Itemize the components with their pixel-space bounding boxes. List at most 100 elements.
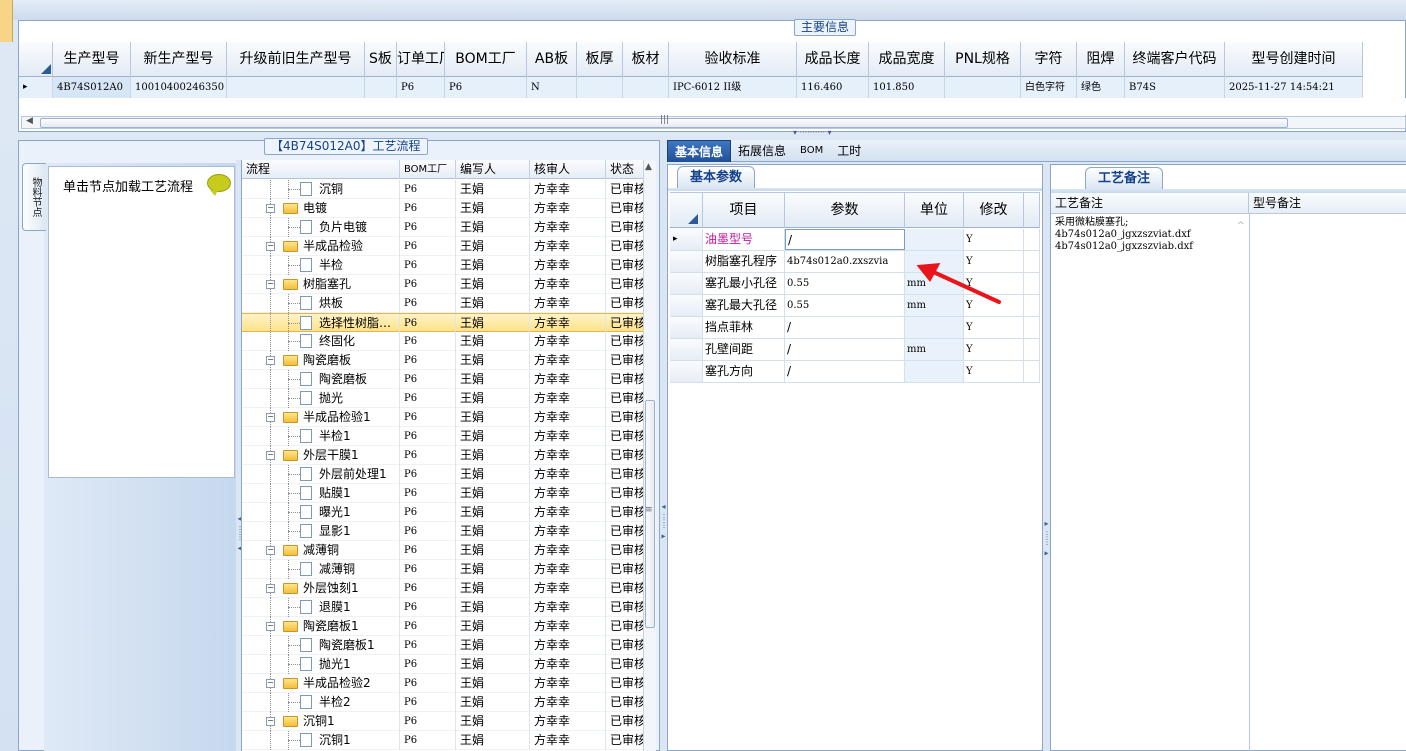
flow-node[interactable]: 曝光1 [242, 503, 400, 522]
flow-node[interactable]: − 外层蚀刻1 [242, 579, 400, 598]
flow-node[interactable]: 抛光 [242, 389, 400, 408]
flow-node[interactable]: − 树脂塞孔 [242, 275, 400, 294]
params-col-header[interactable]: 单位 [905, 193, 964, 228]
main-col-header[interactable]: 板厚 [577, 42, 623, 77]
detail-tab[interactable]: BOM [793, 140, 830, 162]
main-cell[interactable]: N [527, 77, 577, 98]
detail-tab[interactable]: 基本信息 [667, 140, 732, 162]
scroll-up-icon[interactable]: ▲ [645, 162, 652, 172]
flow-col-header[interactable]: 编写人 [456, 160, 530, 179]
flow-row[interactable]: − 外层蚀刻1 P6 王娟 方幸幸 已审核 [242, 579, 645, 598]
params-row[interactable]: 挡点菲林 / Y [670, 317, 1040, 339]
flow-tree-vscroll[interactable]: ▲ ≡ [643, 160, 656, 751]
flow-row[interactable]: 烘板 P6 王娟 方幸幸 已审核 [242, 294, 645, 313]
flow-row[interactable]: − 外层干膜1 P6 王娟 方幸幸 已审核 [242, 446, 645, 465]
param-edit-cell[interactable]: Y [964, 361, 1024, 382]
param-edit-cell[interactable]: Y [964, 339, 1024, 360]
flow-row[interactable]: 外层前处理1 P6 王娟 方幸幸 已审核 [242, 465, 645, 484]
params-col-header[interactable]: 参数 [785, 193, 905, 228]
flow-row[interactable]: − 陶瓷磨板 P6 王娟 方幸幸 已审核 [242, 351, 645, 370]
flow-node[interactable]: − 陶瓷磨板 [242, 351, 400, 370]
flow-node[interactable]: − 电镀 [242, 199, 400, 218]
params-row[interactable]: 塞孔方向 / Y [670, 361, 1040, 383]
param-value-cell[interactable]: / [785, 361, 905, 382]
collapse-icon[interactable]: − [266, 204, 275, 213]
main-cell[interactable]: 绿色 [1077, 77, 1125, 98]
main-cell[interactable]: 10010400246350 [131, 77, 227, 98]
flow-node[interactable]: 选择性树脂… [242, 314, 400, 333]
flow-row[interactable]: 陶瓷磨板1 P6 王娟 方幸幸 已审核 [242, 636, 645, 655]
param-edit-cell[interactable]: Y [964, 317, 1024, 338]
main-cell[interactable]: 2025-11-27 14:54:21 [1225, 77, 1363, 98]
main-cell[interactable]: 4B74S012A0 [53, 77, 131, 98]
main-cell[interactable]: 白色字符 [1021, 77, 1077, 98]
flow-node[interactable]: 烘板 [242, 294, 400, 313]
flow-row[interactable]: 陶瓷磨板 P6 王娟 方幸幸 已审核 [242, 370, 645, 389]
main-col-header[interactable]: 升级前旧生产型号 [227, 42, 365, 77]
process-remark-text[interactable]: 采用微粘膜塞孔; 4b74s012a0_jgxzszviat.dxf 4b74s… [1055, 217, 1193, 253]
param-edit-cell[interactable]: Y [964, 229, 1024, 250]
flow-node[interactable]: − 半成品检验1 [242, 408, 400, 427]
flow-node[interactable]: − 半成品检验2 [242, 674, 400, 693]
flow-row[interactable]: − 电镀 P6 王娟 方幸幸 已审核 [242, 199, 645, 218]
flow-node[interactable]: 半检2 [242, 693, 400, 712]
detail-tab[interactable]: 拓展信息 [731, 140, 793, 162]
params-col-header[interactable]: 修改 [964, 193, 1024, 228]
collapse-icon[interactable]: − [266, 280, 275, 289]
main-col-header[interactable]: 生产型号 [53, 42, 131, 77]
main-grid-row[interactable]: ▸ 4B74S012A0 10010400246350 P6 P6 N IPC-6012 I… [19, 77, 1363, 98]
main-col-header[interactable]: S板 [365, 42, 397, 77]
flow-row[interactable]: 半检1 P6 王娟 方幸幸 已审核 [242, 427, 645, 446]
main-cell[interactable]: B74S [1125, 77, 1225, 98]
right-splitter[interactable]: ▸ ······ ▸ [1042, 164, 1051, 751]
flow-row[interactable]: − 半成品检验 P6 王娟 方幸幸 已审核 [242, 237, 645, 256]
flow-row[interactable]: 抛光 P6 王娟 方幸幸 已审核 [242, 389, 645, 408]
main-col-header[interactable]: 阻焊 [1077, 42, 1125, 77]
middle-splitter[interactable]: ◂ ······ ▸ [659, 140, 668, 751]
main-col-header[interactable]: PNL规格 [945, 42, 1021, 77]
flow-row[interactable]: 退膜1 P6 王娟 方幸幸 已审核 [242, 598, 645, 617]
collapse-icon[interactable]: − [266, 717, 275, 726]
main-cell[interactable]: 116.460 [797, 77, 869, 98]
param-value-cell[interactable]: / [785, 317, 905, 338]
flow-row[interactable]: − 半成品检验2 P6 王娟 方幸幸 已审核 [242, 674, 645, 693]
main-cell[interactable] [227, 77, 365, 98]
flow-node[interactable]: 贴膜1 [242, 484, 400, 503]
flow-node[interactable]: − 半成品检验 [242, 237, 400, 256]
param-value-cell[interactable]: 4b74s012a0.zxszvia [785, 251, 905, 272]
flow-node[interactable]: 沉铜1 [242, 731, 400, 750]
collapse-icon[interactable]: − [266, 451, 275, 460]
flow-node[interactable]: 退膜1 [242, 598, 400, 617]
flow-node[interactable]: 沉铜 [242, 180, 400, 199]
main-col-header[interactable]: 终端客户代码 [1125, 42, 1225, 77]
main-cell[interactable] [577, 77, 623, 98]
detail-tab[interactable]: 工时 [830, 140, 868, 162]
main-col-header[interactable]: 订单工厂 [397, 42, 445, 77]
params-col-header[interactable]: 项目 [703, 193, 785, 228]
flow-node[interactable]: 抛光1 [242, 655, 400, 674]
flow-row[interactable]: − 减薄铜 P6 王娟 方幸幸 已审核 [242, 541, 645, 560]
flow-node[interactable]: 显影1 [242, 522, 400, 541]
flow-node[interactable]: 负片电镀 [242, 218, 400, 237]
collapse-icon[interactable]: − [266, 679, 275, 688]
scroll-up-icon[interactable]: ^ [1237, 221, 1245, 231]
flow-row[interactable]: 半检2 P6 王娟 方幸幸 已审核 [242, 693, 645, 712]
flow-node[interactable]: − 沉铜1 [242, 712, 400, 731]
splitter-grip-icon[interactable]: ◂ ······ ▸ [659, 502, 668, 540]
flow-col-header[interactable]: 核审人 [530, 160, 606, 179]
flow-row[interactable]: 半检 P6 王娟 方幸幸 已审核 [242, 256, 645, 275]
flow-row[interactable]: 贴膜1 P6 王娟 方幸幸 已审核 [242, 484, 645, 503]
main-cell[interactable]: P6 [397, 77, 445, 98]
param-value-cell[interactable]: 0.55 [785, 295, 905, 316]
flow-row[interactable]: 抛光1 P6 王娟 方幸幸 已审核 [242, 655, 645, 674]
material-node-tab[interactable]: 物料节点 [22, 163, 46, 231]
main-cell[interactable]: 101.850 [869, 77, 945, 98]
remarks-tab[interactable]: 工艺备注 [1085, 167, 1164, 189]
flow-node[interactable]: 终固化 [242, 332, 400, 351]
flow-col-header[interactable]: BOM工厂 [400, 160, 456, 179]
collapse-icon[interactable]: − [266, 356, 275, 365]
flow-node[interactable]: 半检1 [242, 427, 400, 446]
main-cell[interactable] [623, 77, 669, 98]
main-cell[interactable]: IPC-6012 II级 [669, 77, 797, 98]
flow-row[interactable]: − 沉铜1 P6 王娟 方幸幸 已审核 [242, 712, 645, 731]
